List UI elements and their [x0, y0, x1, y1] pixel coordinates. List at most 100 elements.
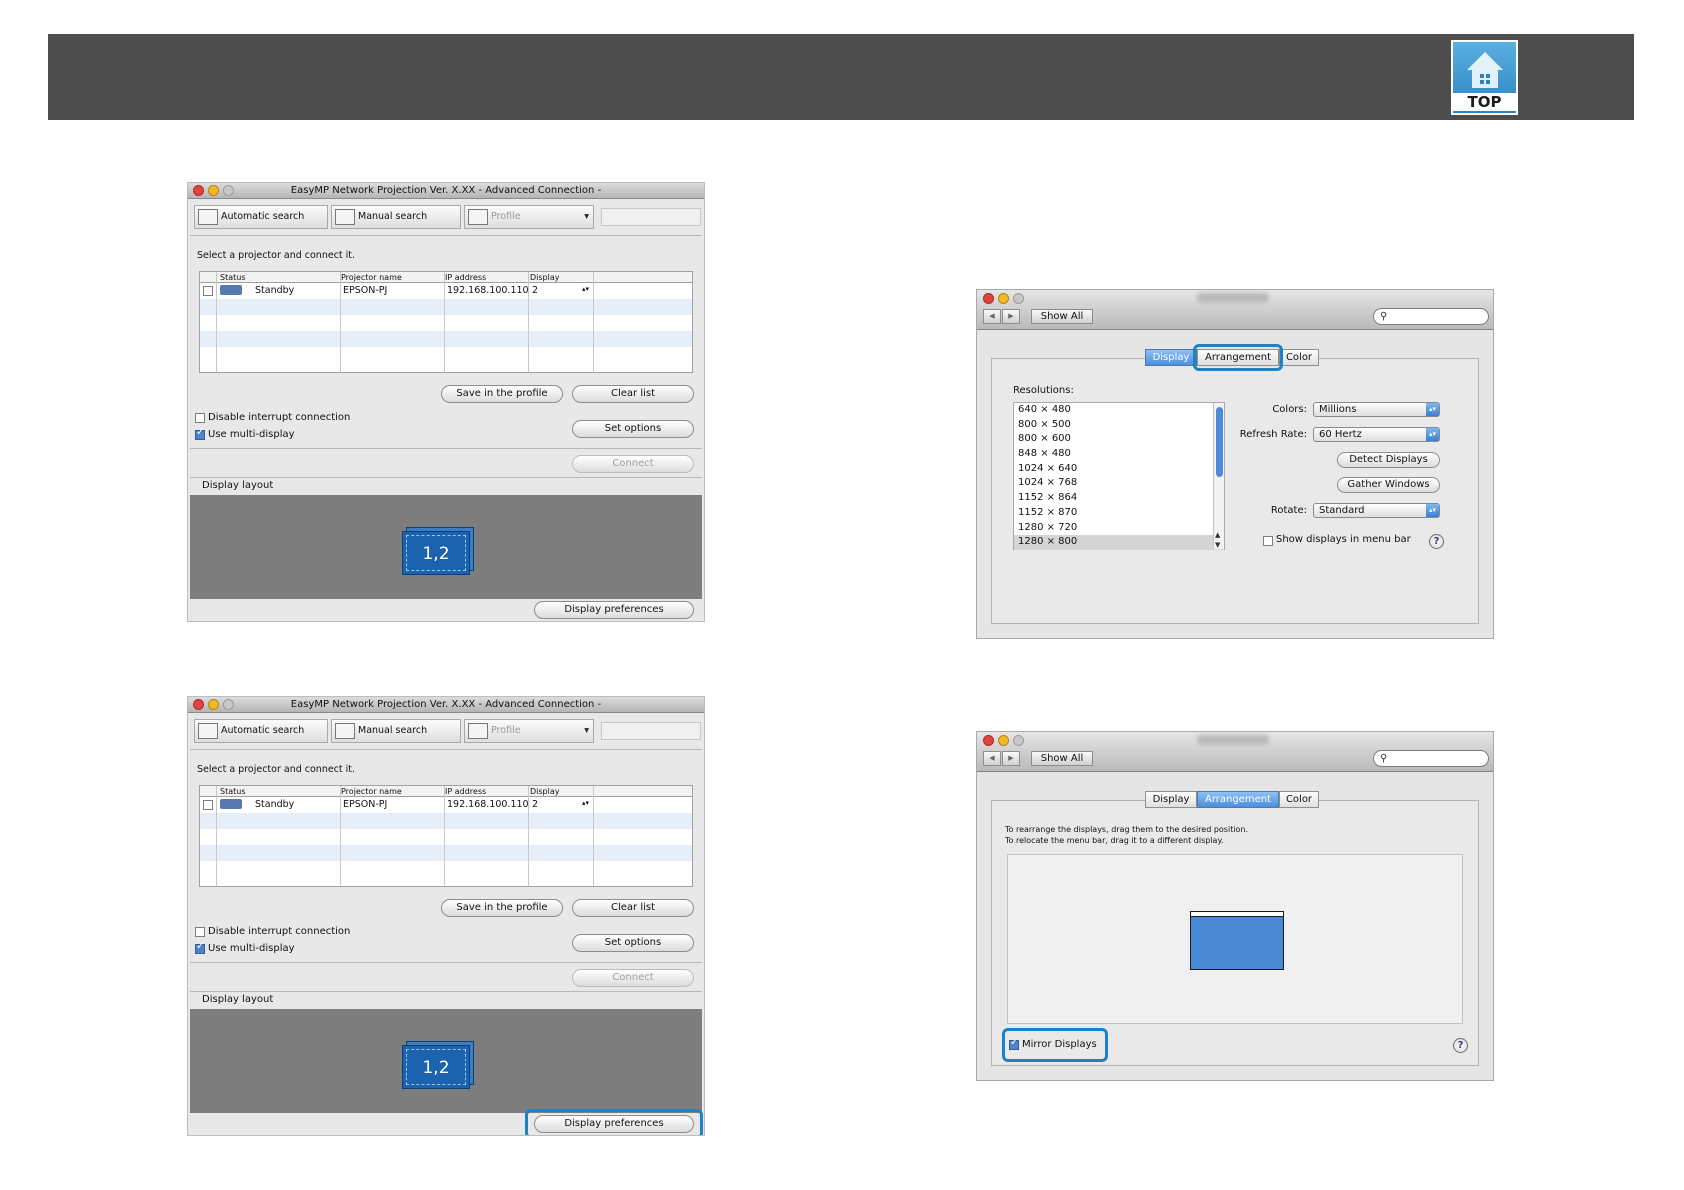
automatic-search-button[interactable]: Automatic search [194, 205, 328, 229]
refresh-rate-label: Refresh Rate: [1239, 429, 1307, 440]
help-icon[interactable]: ? [1453, 1038, 1468, 1053]
tab-color[interactable]: Color [1279, 349, 1319, 366]
profile-button[interactable]: Profile ▾ [464, 719, 594, 743]
multi-display-checkbox[interactable] [195, 941, 205, 954]
list-item[interactable]: 800 × 500 [1014, 418, 1224, 433]
scrollbar[interactable]: ▲ ▼ [1213, 403, 1224, 549]
tab-arrangement[interactable]: Arrangement [1197, 791, 1279, 808]
help-icon[interactable]: ? [1429, 534, 1444, 549]
back-button[interactable]: ◀ [983, 309, 1001, 324]
list-item[interactable]: 1024 × 768 [1014, 476, 1224, 491]
resolutions-label: Resolutions: [1013, 385, 1074, 396]
stepper-icon[interactable]: ▴▾ [582, 285, 589, 293]
table-row[interactable]: Standby EPSON-PJ 192.168.100.110 2 ▴▾ [200, 797, 692, 813]
manual-search-button[interactable]: Manual search [331, 719, 461, 743]
scroll-up-icon[interactable]: ▲ [1215, 531, 1220, 539]
close-button[interactable] [193, 699, 204, 710]
display-thumbnail[interactable] [1190, 911, 1284, 970]
row-checkbox[interactable] [203, 286, 213, 296]
clear-list-button[interactable]: Clear list [572, 385, 694, 403]
zoom-button[interactable] [1013, 735, 1024, 746]
select-arrows-icon: ▴▾ [1426, 504, 1439, 517]
automatic-search-button[interactable]: Automatic search [194, 719, 328, 743]
close-button[interactable] [983, 293, 994, 304]
instruction-line-2: To relocate the menu bar, drag it to a d… [1005, 836, 1224, 845]
list-item[interactable]: 1280 × 720 [1014, 521, 1224, 536]
menu-bar-checkbox[interactable] [1263, 536, 1273, 546]
close-button[interactable] [983, 735, 994, 746]
save-in-profile-button[interactable]: Save in the profile [441, 385, 563, 403]
disable-interrupt-checkbox[interactable] [195, 927, 205, 937]
clear-list-button[interactable]: Clear list [572, 899, 694, 917]
row-checkbox[interactable] [203, 800, 213, 810]
rotate-select[interactable]: Standard ▴▾ [1313, 503, 1440, 518]
manual-search-icon [335, 209, 355, 225]
minimize-button[interactable] [998, 735, 1009, 746]
disable-interrupt-checkbox[interactable] [195, 413, 205, 423]
window-titlebar: EasyMP Network Projection Ver. X.XX - Ad… [188, 697, 704, 713]
detect-displays-button[interactable]: Detect Displays [1337, 452, 1440, 468]
list-item[interactable]: 640 × 480 [1014, 403, 1224, 418]
list-item[interactable]: 1024 × 640 [1014, 462, 1224, 477]
colors-select[interactable]: Millions ▴▾ [1313, 402, 1440, 417]
display-preferences-highlight [525, 1109, 703, 1135]
set-options-button[interactable]: Set options [572, 934, 694, 952]
profile-icon [468, 723, 488, 739]
minimize-button[interactable] [208, 185, 219, 196]
tab-color[interactable]: Color [1279, 791, 1319, 808]
manual-search-button[interactable]: Manual search [331, 205, 461, 229]
show-all-button[interactable]: Show All [1031, 309, 1093, 324]
disable-interrupt-label: Disable interrupt connection [208, 412, 351, 423]
window-title-blurred [1197, 735, 1269, 745]
dropdown-arrow-icon: ▾ [584, 211, 589, 222]
display-preferences-button[interactable]: Display preferences [534, 601, 694, 619]
set-options-button[interactable]: Set options [572, 420, 694, 438]
back-button[interactable]: ◀ [983, 751, 1001, 766]
minimize-button[interactable] [208, 699, 219, 710]
zoom-button[interactable] [1013, 293, 1024, 304]
profile-button[interactable]: Profile ▾ [464, 205, 594, 229]
window-title: EasyMP Network Projection Ver. X.XX - Ad… [290, 185, 602, 196]
resolutions-list[interactable]: 640 × 480 800 × 500 800 × 600 848 × 480 … [1013, 402, 1225, 550]
list-item[interactable]: 1152 × 870 [1014, 506, 1224, 521]
search-input[interactable]: ⚲ [1373, 750, 1489, 767]
search-input[interactable]: ⚲ [1373, 308, 1489, 325]
stepper-icon[interactable]: ▴▾ [582, 799, 589, 807]
menu-bar-strip[interactable] [1191, 912, 1283, 917]
table-row[interactable]: Standby EPSON-PJ 192.168.100.110 2 ▴▾ [200, 283, 692, 299]
display-card[interactable]: 1,2 [402, 531, 470, 575]
table-header: Status Projector name IP address Display [200, 272, 692, 283]
list-item[interactable]: 800 × 600 [1014, 432, 1224, 447]
save-in-profile-button[interactable]: Save in the profile [441, 899, 563, 917]
display-card[interactable]: 1,2 [402, 1045, 470, 1089]
forward-button[interactable]: ▶ [1002, 309, 1020, 324]
zoom-button[interactable] [223, 699, 234, 710]
forward-button[interactable]: ▶ [1002, 751, 1020, 766]
refresh-rate-select[interactable]: 60 Hertz ▴▾ [1313, 427, 1440, 442]
search-icon: ⚲ [1380, 753, 1388, 764]
list-item[interactable]: 1152 × 864 [1014, 491, 1224, 506]
minimize-button[interactable] [998, 293, 1009, 304]
projector-icon [220, 799, 242, 809]
list-item-selected[interactable]: 1280 × 800 [1014, 535, 1224, 550]
gather-windows-button[interactable]: Gather Windows [1337, 477, 1440, 493]
top-button[interactable]: TOP [1451, 40, 1518, 115]
auto-search-icon [198, 723, 218, 739]
show-all-button[interactable]: Show All [1031, 751, 1093, 766]
table-header: Status Projector name IP address Display [200, 786, 692, 797]
multi-display-checkbox[interactable] [195, 427, 205, 440]
zoom-button[interactable] [223, 185, 234, 196]
multi-display-label: Use multi-display [208, 429, 295, 440]
display-layout-area: 1,2 [190, 1009, 702, 1113]
projector-icon [220, 285, 242, 295]
projector-table: Status Projector name IP address Display… [199, 785, 693, 887]
tab-display[interactable]: Display [1145, 791, 1197, 808]
close-button[interactable] [193, 185, 204, 196]
home-icon [1467, 52, 1503, 88]
connect-button[interactable]: Connect [572, 455, 694, 473]
connect-button[interactable]: Connect [572, 969, 694, 987]
scroll-down-icon[interactable]: ▼ [1215, 541, 1220, 549]
tab-display[interactable]: Display [1145, 349, 1197, 366]
list-item[interactable]: 848 × 480 [1014, 447, 1224, 462]
dropdown-arrow-icon: ▾ [584, 725, 589, 736]
